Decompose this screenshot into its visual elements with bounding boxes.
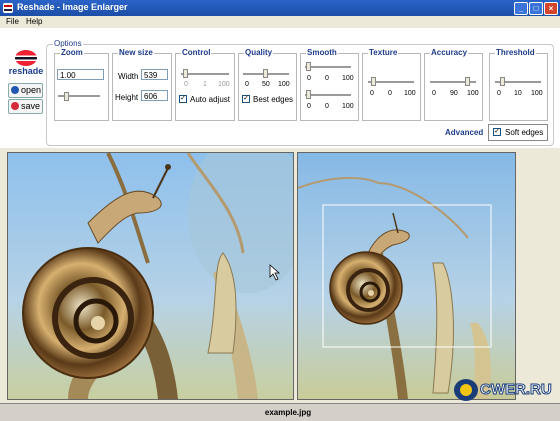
quality-tick-max: 100 [278,81,290,88]
threshold-group: Threshold [489,48,548,121]
accuracy-tick-mid: 90 [450,90,458,97]
advanced-link[interactable]: Advanced [445,128,483,137]
options-legend: Options [53,39,83,48]
open-button[interactable]: open [8,83,43,98]
status-bar: example.jpg [0,403,560,421]
app-icon [3,3,13,13]
accuracy-title: Accuracy [430,48,469,57]
width-input[interactable]: 539 [141,69,168,80]
control-slider-track [181,73,229,76]
smooth1-tick-min: 0 [307,75,311,82]
save-icon [11,102,19,110]
texture-title: Texture [368,48,399,57]
save-label: save [21,101,41,111]
auto-adjust-checkbox[interactable]: ✓ [179,95,187,103]
zoom-title: Zoom [60,48,84,57]
soft-edges-box[interactable]: ✓ Soft edges [488,124,548,141]
maximize-button[interactable]: □ [529,2,543,15]
threshold-tick-mid: 10 [514,90,522,97]
soft-edges-checkbox[interactable]: ✓ [493,128,501,136]
smooth2-tick-mid: 0 [325,103,329,110]
cwer-text: CWER.RU [480,381,552,398]
logo-disc-icon [15,50,37,66]
smooth-slider1-thumb[interactable] [306,62,311,71]
smooth-title: Smooth [306,48,338,57]
title-bar: Reshade - Image Enlarger _ □ × [0,0,560,16]
accuracy-group: Accuracy [424,48,483,121]
minimize-button[interactable]: _ [514,2,528,15]
smooth-slider1-track [305,66,351,69]
width-label: Width [118,72,139,81]
accuracy-slider-thumb[interactable] [465,77,470,86]
zoom-view-pane[interactable] [7,152,294,400]
logo-text: reshade [8,66,44,76]
accuracy-tick-max: 100 [467,90,479,97]
menu-help[interactable]: Help [26,17,42,26]
smooth-slider2-thumb[interactable] [306,90,311,99]
zoom-view-photo [8,153,293,399]
smooth2-tick-min: 0 [307,103,311,110]
zoom-group: Zoom [54,48,109,121]
smooth2-tick-max: 100 [342,103,354,110]
quality-slider-thumb[interactable] [263,69,268,78]
texture-tick-max: 100 [404,90,416,97]
newsize-title: New size [118,48,154,57]
newsize-group: New size [112,48,172,121]
threshold-title: Threshold [495,48,536,57]
accuracy-tick-min: 0 [432,90,436,97]
quality-title: Quality [244,48,274,57]
smooth-slider2-track [305,94,351,97]
smooth1-tick-max: 100 [342,75,354,82]
best-edges-checkbox[interactable]: ✓ [242,95,250,103]
close-button[interactable]: × [544,2,558,15]
menu-file[interactable]: File [6,17,19,26]
height-label: Height [115,93,139,102]
quality-tick-min: 0 [245,81,249,88]
texture-tick-min: 0 [370,90,374,97]
best-edges-label: Best edges [253,95,294,104]
status-filename: example.jpg [264,408,312,417]
zoom-slider-thumb[interactable] [64,92,69,101]
texture-tick-mid: 0 [388,90,392,97]
threshold-tick-min: 0 [497,90,501,97]
open-label: open [21,85,42,95]
control-slider-thumb[interactable] [183,69,188,78]
control-title: Control [181,48,212,57]
height-input[interactable]: 606 [141,90,168,101]
control-tick-min: 0 [184,81,188,88]
texture-slider-thumb[interactable] [371,77,376,86]
zoom-input[interactable]: 1.00 [57,69,104,80]
reshade-logo: reshade [6,50,46,76]
control-tick-mid: 1 [203,81,207,88]
control-tick-max: 100 [218,81,230,88]
threshold-tick-max: 100 [531,90,543,97]
window-title: Reshade - Image Enlarger [17,2,128,12]
navigator-pane[interactable] [297,152,516,400]
texture-group: Texture [362,48,421,121]
cwer-watermark: CWER.RU [450,372,558,402]
soft-edges-label: Soft edges [505,128,544,137]
threshold-slider-thumb[interactable] [500,77,505,86]
save-button[interactable]: save [8,99,43,114]
quality-tick-mid: 50 [262,81,270,88]
navigator-photo [298,153,515,399]
menu-bar: File Help [0,16,560,28]
auto-adjust-label: Auto adjust [190,95,231,104]
open-icon [11,86,19,94]
smooth1-tick-mid: 0 [325,75,329,82]
